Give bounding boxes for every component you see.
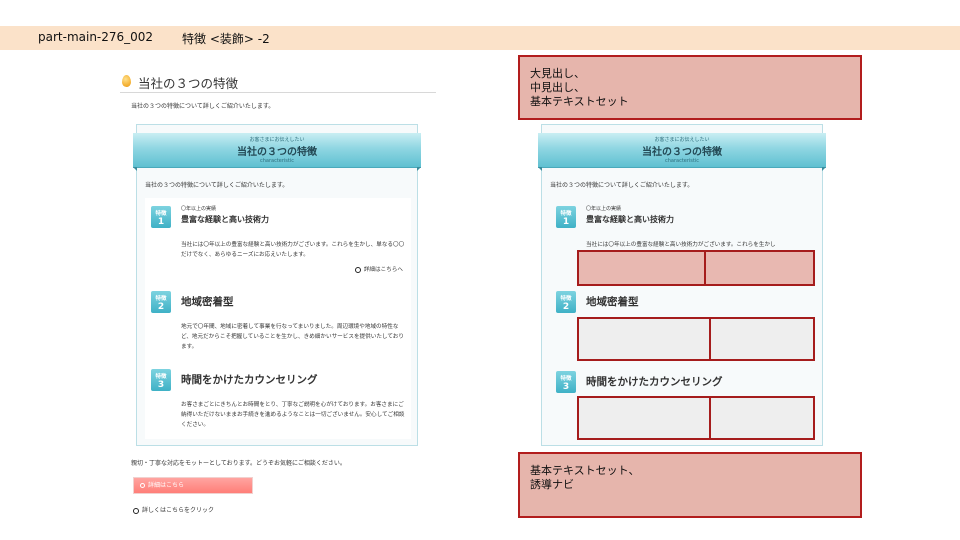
ribbon-subtitle: お客さまにお伝えしたい — [654, 137, 710, 143]
panel-ribbon: お客さまにお伝えしたい 当社の３つの特徴 characteristic — [133, 133, 421, 171]
ribbon-english: characteristic — [664, 158, 700, 164]
feature-body: 当社には〇年以上の豊富な経験と高い技術力がございます。これらを生かし、単なる〇〇… — [181, 242, 405, 258]
text-placeholder — [577, 396, 815, 440]
feature-body: お客さまごとにきちんとお時間をとり、丁寧なご説明を心がけております。お客さまにご… — [181, 402, 405, 428]
ribbon-subtitle: お客さまにお伝えしたい — [249, 137, 305, 143]
feature-item: 特徴 2 地域密着型 地元で〇年間、地域に密着して事業を行なってまいりました。周辺… — [145, 288, 411, 363]
feature-panel: お客さまにお伝えしたい 当社の３つの特徴 characteristic 当社の３… — [133, 124, 421, 446]
feature-pre-title: 〇年以上の実績 — [181, 206, 217, 212]
feature-badge: 特徴 1 — [556, 206, 576, 228]
feature-badge: 特徴 3 — [151, 369, 171, 391]
leaf-icon — [122, 75, 131, 87]
feature-badge: 特徴 1 — [151, 206, 171, 228]
panel-lead: 当社の３つの特徴について詳しくご紹介いたします。 — [550, 182, 694, 189]
section-heading-text: 当社の３つの特徴 — [138, 76, 239, 91]
ribbon-title: 当社の３つの特徴 — [237, 147, 317, 158]
feature-badge: 特徴 2 — [556, 291, 576, 313]
feature-title: 豊富な経験と高い技術力 — [181, 215, 269, 224]
click-link[interactable]: 詳しくはこちらをクリック — [133, 505, 214, 514]
section-lead: 当社の３つの特徴について詳しくご紹介いたします。 — [131, 103, 275, 110]
circle-bullet-icon — [354, 266, 361, 273]
text-placeholder — [577, 317, 815, 361]
feature-item: 特徴 1 〇年以上の実績 豊富な経験と高い技術力 当社には〇年以上の豊富な経験と高… — [145, 198, 411, 288]
part-title: 特徴 <装飾> -2 — [182, 32, 270, 46]
feature-detail-link[interactable]: 詳細はこちらへ — [354, 265, 403, 273]
detail-button[interactable]: 詳細はこちら — [133, 477, 253, 494]
text-placeholder — [577, 250, 815, 286]
feature-body: 地元で〇年間、地域に密着して事業を行なってまいりました。周辺環境や地域の特性など… — [181, 324, 404, 350]
feature-item: 特徴 3 時間をかけたカウンセリング — [550, 365, 816, 395]
header-band: part-main-276_002 特徴 <装飾> -2 — [0, 26, 960, 50]
panel-lead: 当社の３つの特徴について詳しくご紹介いたします。 — [145, 182, 289, 189]
circle-bullet-icon — [133, 507, 139, 514]
feature-pre-title: 〇年以上の実績 — [586, 206, 622, 212]
feature-badge: 特徴 2 — [151, 291, 171, 313]
ribbon-english: characteristic — [259, 158, 295, 164]
feature-title: 豊富な経験と高い技術力 — [586, 215, 674, 224]
feature-title: 地域密着型 — [181, 296, 234, 308]
feature-title: 時間をかけたカウンセリング — [586, 376, 723, 388]
panel-ribbon: お客さまにお伝えしたい 当社の３つの特徴 characteristic — [538, 133, 826, 171]
footer-text: 親切・丁寧な対応をモットーとしております。どうぞお気軽にご相談ください。 — [131, 460, 346, 467]
annotation-note-top: 大見出し、 中見出し、 基本テキストセット — [518, 55, 862, 120]
feature-title: 地域密着型 — [586, 296, 639, 308]
feature-body-line: 当社には〇年以上の豊富な経験と高い技術力がございます。これらを生かし — [586, 242, 776, 248]
feature-title: 時間をかけたカウンセリング — [181, 374, 318, 386]
ribbon-title: 当社の３つの特徴 — [642, 147, 722, 158]
circle-bullet-icon — [140, 483, 145, 488]
annotation-note-bottom: 基本テキストセット、 誘導ナビ — [518, 452, 862, 518]
feature-badge: 特徴 3 — [556, 371, 576, 393]
section-heading: 当社の３つの特徴 — [120, 72, 436, 93]
part-id: part-main-276_002 — [38, 30, 154, 44]
feature-item: 特徴 3 時間をかけたカウンセリング お客さまごとにきちんとお時間をとり、丁寧なご… — [145, 363, 411, 439]
